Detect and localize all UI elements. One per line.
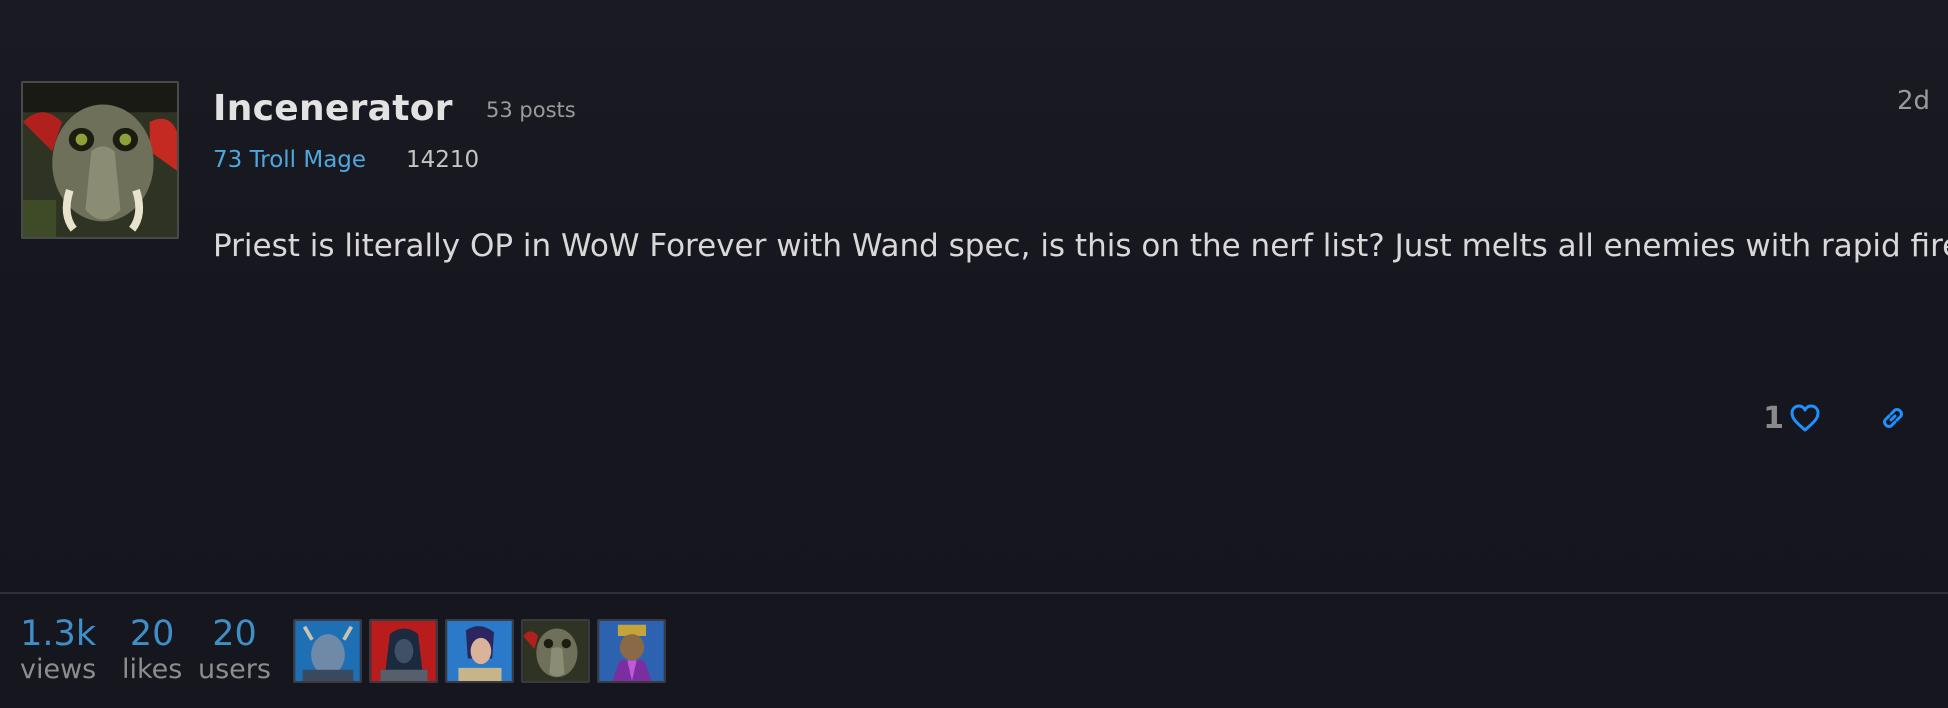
users-label: users <box>198 654 271 686</box>
users-stat[interactable]: 20 users <box>198 614 271 687</box>
participant-avatars <box>293 619 666 683</box>
topic-map: 1.3k views 20 likes 20 users <box>0 594 1948 708</box>
post-date[interactable]: 2d <box>1897 86 1930 116</box>
draenei-portrait-icon <box>295 621 360 681</box>
character-link[interactable]: 73 Troll Mage <box>213 147 366 173</box>
likes-stat[interactable]: 20 likes <box>122 614 182 687</box>
user-avatar[interactable] <box>21 81 179 239</box>
post-actions: 1 <box>1763 398 1912 438</box>
participant-avatar[interactable] <box>293 619 362 683</box>
undead-portrait-icon <box>371 621 436 681</box>
troll-portrait-icon <box>523 621 588 681</box>
users-count: 20 <box>212 614 257 654</box>
share-link-button[interactable] <box>1874 399 1912 437</box>
views-stat: 1.3k views <box>20 614 96 687</box>
username[interactable]: Incenerator <box>213 88 453 129</box>
participant-avatar[interactable] <box>369 619 438 683</box>
views-count: 1.3k <box>20 614 97 654</box>
post-body: Priest is literally OP in WoW Forever wi… <box>213 228 1948 264</box>
dwarf-portrait-icon <box>599 621 664 681</box>
like-count[interactable]: 1 <box>1763 401 1784 436</box>
human-portrait-icon <box>447 621 512 681</box>
post-count: 53 posts <box>486 98 576 122</box>
troll-portrait-icon <box>23 83 177 237</box>
heart-icon <box>1790 404 1820 432</box>
participant-avatar[interactable] <box>597 619 666 683</box>
views-label: views <box>20 654 97 686</box>
participant-avatar[interactable] <box>445 619 514 683</box>
likes-count: 20 <box>129 614 175 654</box>
achievement-points: 14210 <box>406 147 480 173</box>
link-icon <box>1883 408 1903 428</box>
likes-label: likes <box>122 654 183 686</box>
like-button[interactable] <box>1786 399 1824 437</box>
participant-avatar[interactable] <box>521 619 590 683</box>
forum-post: Incenerator 53 posts 73 Troll Mage 14210… <box>0 0 1948 592</box>
